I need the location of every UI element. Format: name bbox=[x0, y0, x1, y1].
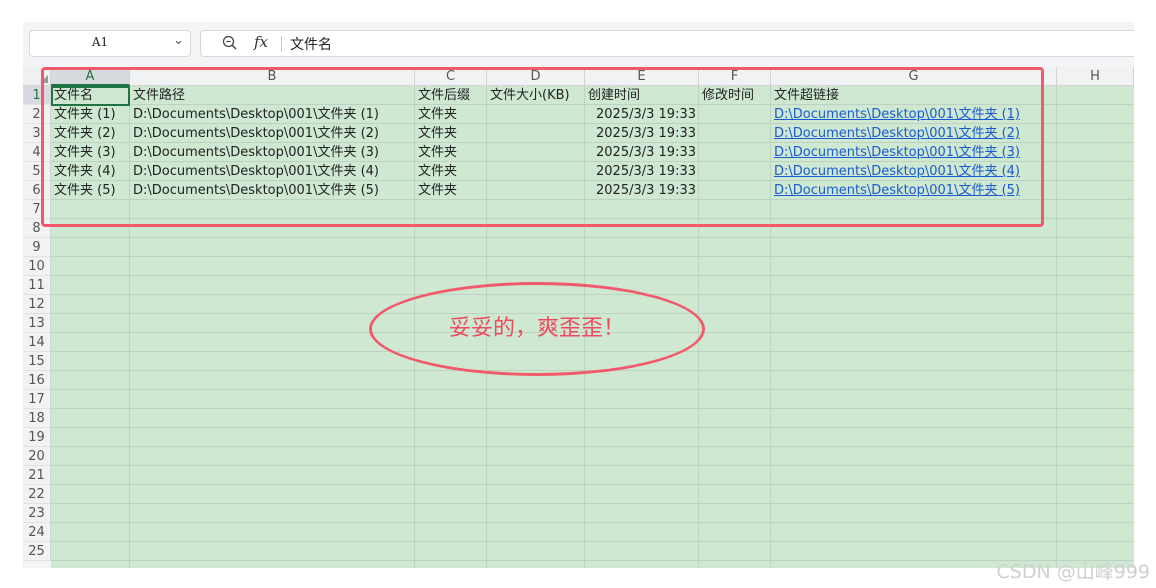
row-header[interactable]: 10 bbox=[23, 257, 51, 276]
zoom-icon[interactable] bbox=[221, 34, 239, 56]
formula-separator bbox=[281, 36, 282, 52]
highlight-rectangle bbox=[41, 67, 1044, 227]
chevron-down-icon[interactable]: ⌄ bbox=[173, 33, 184, 48]
row-header[interactable]: 20 bbox=[23, 447, 51, 466]
row-header[interactable]: 14 bbox=[23, 333, 51, 352]
column-header-h[interactable]: H bbox=[1057, 67, 1134, 86]
row-header[interactable]: 12 bbox=[23, 295, 51, 314]
row-header[interactable]: 16 bbox=[23, 371, 51, 390]
annotation-text: 妥妥的，爽歪歪！ bbox=[448, 316, 625, 341]
row-header[interactable]: 24 bbox=[23, 523, 51, 542]
row-header[interactable]: 18 bbox=[23, 409, 51, 428]
row-header[interactable]: 9 bbox=[23, 238, 51, 257]
row-header[interactable]: 21 bbox=[23, 466, 51, 485]
row-header[interactable]: 11 bbox=[23, 276, 51, 295]
name-box[interactable]: A1 ⌄ bbox=[29, 30, 191, 57]
row-header[interactable]: 13 bbox=[23, 314, 51, 333]
row-header[interactable]: 19 bbox=[23, 428, 51, 447]
row-header[interactable]: 23 bbox=[23, 504, 51, 523]
row-header[interactable]: 17 bbox=[23, 390, 51, 409]
function-icon[interactable]: fx bbox=[254, 33, 268, 51]
watermark: CSDN @山峰999 bbox=[996, 561, 1150, 583]
formula-bar[interactable]: fx 文件名 bbox=[200, 30, 1134, 57]
row-header[interactable]: 22 bbox=[23, 485, 51, 504]
row-header[interactable]: 25 bbox=[23, 542, 51, 561]
name-box-value: A1 bbox=[91, 35, 109, 49]
row-header[interactable]: 15 bbox=[23, 352, 51, 371]
formula-content[interactable]: 文件名 bbox=[290, 34, 332, 54]
